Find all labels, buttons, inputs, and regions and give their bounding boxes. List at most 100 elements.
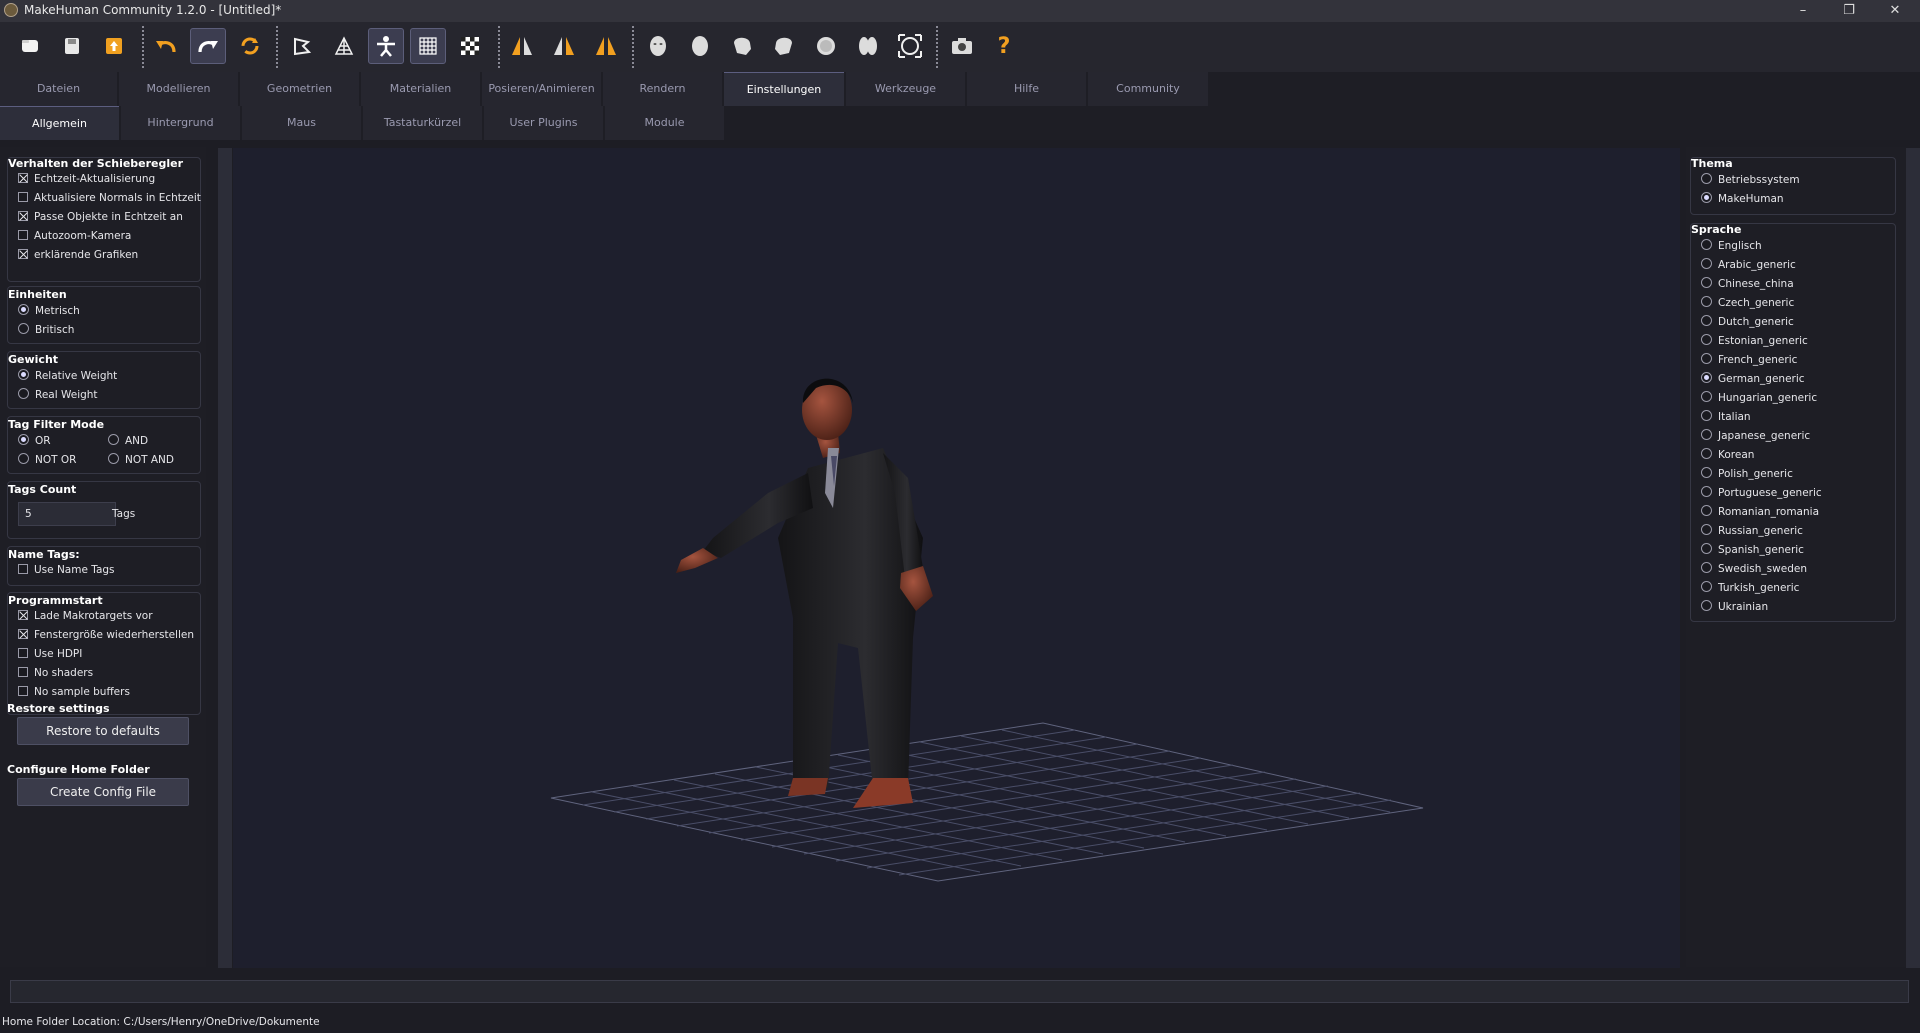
checkbox-box[interactable]: [18, 686, 28, 696]
3d-viewport[interactable]: [233, 148, 1680, 968]
checkbox-no-shaders[interactable]: No shaders: [18, 667, 93, 679]
checker-icon[interactable]: [452, 28, 488, 64]
radio-lang-englisch[interactable]: Englisch: [1701, 239, 1762, 252]
radio-button[interactable]: [1701, 334, 1712, 345]
checkbox-use-hdpi[interactable]: Use HDPI: [18, 648, 82, 660]
radio-button[interactable]: [1701, 173, 1712, 184]
help-icon[interactable]: ?: [986, 28, 1022, 64]
radio-button[interactable]: [1701, 467, 1712, 478]
radio-button[interactable]: [1701, 353, 1712, 364]
radio-lang-korean[interactable]: Korean: [1701, 448, 1754, 461]
radio-button[interactable]: [1701, 277, 1712, 288]
checkbox-realtime-update[interactable]: Echtzeit-Aktualisierung: [18, 173, 155, 185]
left-icon[interactable]: [724, 28, 760, 64]
subtab-maus[interactable]: Maus: [242, 106, 361, 140]
tags-count-input[interactable]: 5: [18, 502, 116, 526]
radio-button[interactable]: [1701, 296, 1712, 307]
radio-button[interactable]: [1701, 448, 1712, 459]
reset-camera-icon[interactable]: [892, 28, 928, 64]
tab-posieren-animieren[interactable]: Posieren/Animieren: [482, 72, 601, 106]
smooth-icon[interactable]: [284, 28, 320, 64]
subtab-tastaturkuerzel[interactable]: Tastaturkürzel: [363, 106, 482, 140]
checkbox-slider-images[interactable]: erklärende Grafiken: [18, 249, 138, 261]
radio-button[interactable]: [1701, 524, 1712, 535]
maximize-button[interactable]: ❐: [1826, 0, 1872, 22]
radio-button[interactable]: [1701, 239, 1712, 250]
radio-metric[interactable]: Metrisch: [18, 304, 80, 317]
side-view-icon[interactable]: [546, 28, 582, 64]
radio-button[interactable]: [1701, 429, 1712, 440]
checkbox-no-sample-buffers[interactable]: No sample buffers: [18, 686, 130, 698]
radio-imperial[interactable]: Britisch: [18, 323, 74, 336]
radio-not-or[interactable]: NOT OR: [18, 453, 76, 466]
restore-defaults-button[interactable]: Restore to defaults: [17, 717, 189, 745]
radio-button[interactable]: [1701, 486, 1712, 497]
checkbox-box[interactable]: [18, 564, 28, 574]
checkbox-box[interactable]: [18, 610, 28, 620]
checkbox-realtime-fitting[interactable]: Passe Objekte in Echtzeit an: [18, 211, 183, 223]
checkbox-realtime-normals[interactable]: Aktualisiere Normals in Echtzeit: [18, 192, 201, 204]
radio-button[interactable]: [1701, 410, 1712, 421]
save-icon[interactable]: [54, 28, 90, 64]
back-view-icon[interactable]: [588, 28, 624, 64]
right-icon[interactable]: [766, 28, 802, 64]
radio-button[interactable]: [1701, 600, 1712, 611]
tab-modellieren[interactable]: Modellieren: [119, 72, 238, 106]
checkbox-restore-window-size[interactable]: Fenstergröße wiederherstellen: [18, 629, 194, 641]
radio-lang-hungarian[interactable]: Hungarian_generic: [1701, 391, 1817, 404]
radio-real-weight[interactable]: Real Weight: [18, 388, 98, 401]
radio-button[interactable]: [18, 434, 29, 445]
undo-icon[interactable]: [148, 28, 184, 64]
radio-lang-portuguese[interactable]: Portuguese_generic: [1701, 486, 1822, 499]
radio-button[interactable]: [18, 453, 29, 464]
radio-button[interactable]: [1701, 505, 1712, 516]
radio-lang-polish[interactable]: Polish_generic: [1701, 467, 1793, 480]
checkbox-preload-macro[interactable]: Lade Makrotargets vor: [18, 610, 153, 622]
checkbox-box[interactable]: [18, 230, 28, 240]
radio-lang-italian[interactable]: Italian: [1701, 410, 1751, 423]
radio-lang-arabic[interactable]: Arabic_generic: [1701, 258, 1796, 271]
front-view-icon[interactable]: [504, 28, 540, 64]
radio-relative-weight[interactable]: Relative Weight: [18, 369, 117, 382]
close-button[interactable]: ✕: [1872, 0, 1918, 22]
radio-lang-dutch[interactable]: Dutch_generic: [1701, 315, 1794, 328]
radio-lang-czech[interactable]: Czech_generic: [1701, 296, 1794, 309]
checkbox-use-name-tags[interactable]: Use Name Tags: [18, 564, 115, 576]
radio-or[interactable]: OR: [18, 434, 51, 447]
radio-button[interactable]: [1701, 581, 1712, 592]
checkbox-box[interactable]: [18, 667, 28, 677]
left-scrollbar[interactable]: [218, 148, 232, 968]
screenshot-icon[interactable]: [944, 28, 980, 64]
radio-button[interactable]: [1701, 372, 1712, 383]
radio-button[interactable]: [108, 453, 119, 464]
checkbox-box[interactable]: [18, 648, 28, 658]
radio-and[interactable]: AND: [108, 434, 148, 447]
radio-lang-japanese[interactable]: Japanese_generic: [1701, 429, 1810, 442]
tab-einstellungen[interactable]: Einstellungen: [724, 72, 844, 106]
radio-button[interactable]: [18, 369, 29, 380]
radio-button[interactable]: [1701, 192, 1712, 203]
folder-icon[interactable]: [12, 28, 48, 64]
checkbox-autozoom[interactable]: Autozoom-Kamera: [18, 230, 131, 242]
tab-geometrien[interactable]: Geometrien: [240, 72, 359, 106]
radio-button[interactable]: [18, 323, 29, 334]
tab-rendern[interactable]: Rendern: [603, 72, 722, 106]
checkbox-box[interactable]: [18, 629, 28, 639]
radio-button[interactable]: [1701, 543, 1712, 554]
radio-theme-makehuman[interactable]: MakeHuman: [1701, 192, 1784, 205]
minimize-button[interactable]: –: [1780, 0, 1826, 22]
subtab-module[interactable]: Module: [605, 106, 724, 140]
radio-not-and[interactable]: NOT AND: [108, 453, 174, 466]
radio-lang-swedish[interactable]: Swedish_sweden: [1701, 562, 1807, 575]
tab-hilfe[interactable]: Hilfe: [967, 72, 1086, 106]
radio-button[interactable]: [108, 434, 119, 445]
face-icon[interactable]: [640, 28, 676, 64]
redo-icon[interactable]: [190, 28, 226, 64]
radio-button[interactable]: [1701, 391, 1712, 402]
radio-button[interactable]: [1701, 315, 1712, 326]
radio-lang-estonian[interactable]: Estonian_generic: [1701, 334, 1808, 347]
radio-lang-spanish[interactable]: Spanish_generic: [1701, 543, 1804, 556]
subtab-hintergrund[interactable]: Hintergrund: [121, 106, 240, 140]
top-icon[interactable]: [808, 28, 844, 64]
radio-button[interactable]: [18, 388, 29, 399]
